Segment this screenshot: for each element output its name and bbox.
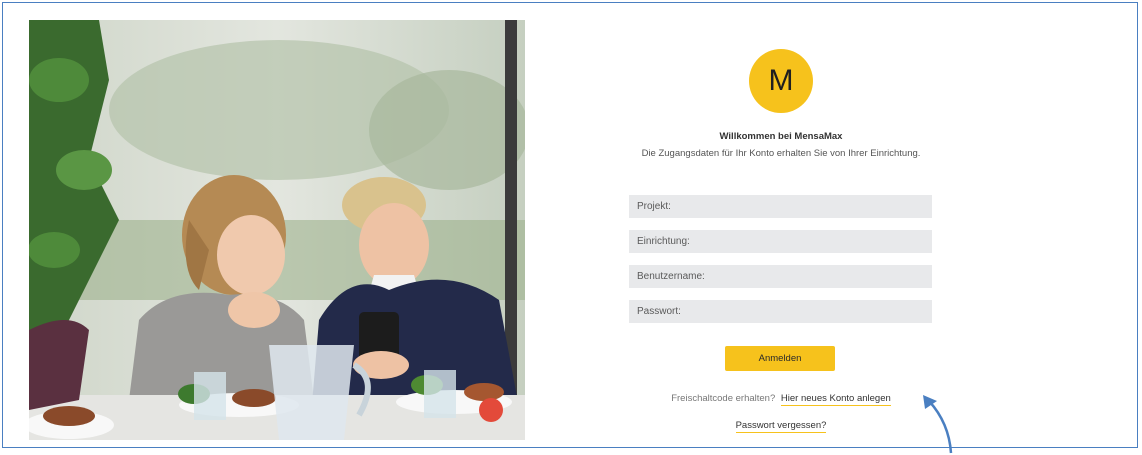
- register-line: Freischaltcode erhalten? Hier neues Kont…: [603, 393, 959, 406]
- forgot-password-line: Passwort vergessen?: [603, 420, 959, 433]
- mensamax-logo: M: [749, 49, 813, 113]
- login-button[interactable]: Anmelden: [725, 346, 835, 371]
- password-input[interactable]: [629, 300, 932, 323]
- unlock-code-prompt: Freischaltcode erhalten?: [671, 393, 776, 404]
- institution-input[interactable]: [629, 230, 932, 253]
- page-frame: M Willkommen bei MensaMax Die Zugangsdat…: [2, 2, 1138, 454]
- forgot-password-link[interactable]: Passwort vergessen?: [735, 420, 827, 433]
- welcome-subtitle: Die Zugangsdaten für Ihr Konto erhalten …: [641, 148, 921, 159]
- cafeteria-photo: [29, 20, 525, 440]
- register-link[interactable]: Hier neues Konto anlegen: [780, 393, 891, 406]
- welcome-title: Willkommen bei MensaMax: [719, 131, 843, 142]
- annotation-arrow-icon: [923, 395, 953, 454]
- username-input[interactable]: [629, 265, 932, 288]
- project-input[interactable]: [629, 195, 932, 218]
